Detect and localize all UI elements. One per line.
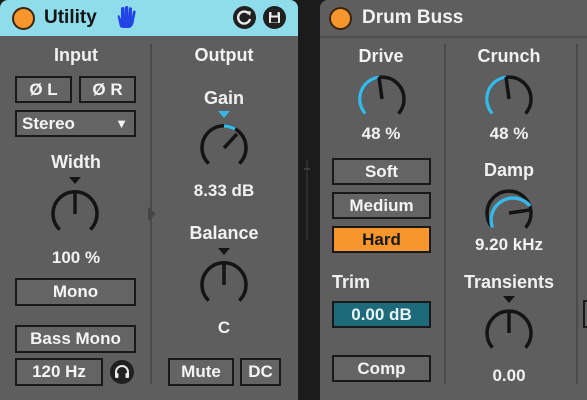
channel-mode-value: Stereo [22, 114, 75, 133]
offscreen-control[interactable] [583, 300, 587, 328]
trim-label: Trim [332, 272, 371, 292]
utility-title: Utility [44, 7, 97, 28]
header-divider [320, 36, 587, 38]
headphones-icon[interactable] [110, 360, 134, 384]
crunch-label: Crunch [477, 46, 541, 66]
trim-field[interactable]: 0.00 dB [332, 301, 431, 328]
drum-buss-divider-2 [576, 44, 578, 384]
crunch-knob[interactable] [478, 68, 540, 130]
mute-button[interactable]: Mute [168, 358, 234, 386]
drum-buss-device: Drum Buss Drive 48 % Soft Medium Hard Tr… [320, 0, 587, 400]
output-label: Output [194, 45, 254, 65]
balance-label: Balance [189, 223, 259, 243]
phase-left-button[interactable]: Ø L [15, 76, 72, 103]
channel-mode-dropdown[interactable]: Stereo ▼ [15, 110, 136, 137]
bass-mono-button[interactable]: Bass Mono [15, 325, 136, 353]
width-label: Width [51, 152, 101, 172]
drum-buss-header: Drum Buss [320, 0, 587, 36]
gain-label: Gain [203, 88, 244, 108]
hand-icon[interactable] [114, 5, 138, 31]
signal-arrow-icon [148, 207, 156, 221]
comp-button[interactable]: Comp [332, 355, 431, 382]
drive-value: 48 % [361, 124, 401, 143]
transients-value: 0.00 [492, 366, 526, 385]
save-icon[interactable] [263, 6, 286, 29]
chevron-down-icon: ▼ [115, 116, 128, 131]
utility-device: Utility Input Ø L Ø R Stereo ▼ Width 100… [0, 0, 298, 400]
balance-value: C [217, 318, 231, 337]
drum-buss-divider [444, 44, 446, 384]
drive-knob[interactable] [351, 68, 413, 130]
gain-knob[interactable] [193, 108, 255, 180]
mono-button[interactable]: Mono [15, 278, 136, 306]
dc-button[interactable]: DC [240, 358, 281, 386]
drive-label: Drive [358, 46, 404, 66]
width-value: 100 % [51, 248, 101, 267]
hard-button[interactable]: Hard [332, 226, 431, 253]
bass-mono-frequency[interactable]: 120 Hz [15, 358, 103, 386]
damp-value: 9.20 kHz [474, 235, 544, 254]
device-gap-handle[interactable] [304, 160, 312, 240]
width-knob[interactable] [44, 174, 106, 246]
transients-label: Transients [463, 272, 555, 292]
input-label: Input [54, 45, 98, 65]
reset-icon[interactable] [233, 6, 256, 29]
drum-buss-title: Drum Buss [362, 7, 464, 28]
balance-knob[interactable] [193, 245, 255, 317]
drum-buss-power-button[interactable] [329, 7, 352, 30]
gain-value: 8.33 dB [193, 181, 255, 200]
utility-power-button[interactable] [12, 7, 35, 30]
phase-right-button[interactable]: Ø R [79, 76, 136, 103]
damp-label: Damp [483, 160, 534, 180]
soft-button[interactable]: Soft [332, 158, 431, 185]
utility-header: Utility [0, 0, 298, 36]
transients-knob[interactable] [478, 295, 540, 363]
medium-button[interactable]: Medium [332, 192, 431, 219]
crunch-value: 48 % [489, 124, 529, 143]
